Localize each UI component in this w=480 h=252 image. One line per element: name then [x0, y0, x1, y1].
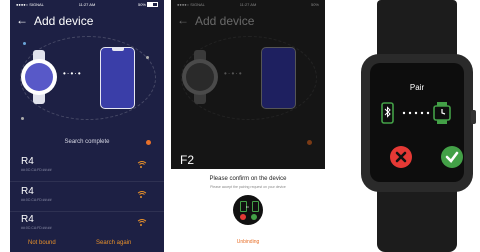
battery-icon	[147, 2, 158, 8]
device-name: R4	[21, 156, 34, 167]
search-again-button[interactable]: Search again	[96, 240, 131, 246]
time-text: 11:27 AM	[239, 2, 257, 7]
add-device-screen: ●●●●○ SIGNAL 11:27 AM 50% ← Add device •…	[10, 0, 164, 252]
confirm-device-screen: ●●●●○ SIGNAL 11:27 AM 50% ← Add device •…	[171, 0, 325, 252]
not-bound-button[interactable]: Not bound	[28, 240, 56, 246]
link-dots-icon: ••	[246, 204, 249, 209]
device-name: R4	[21, 186, 34, 197]
status-bar: ●●●●○ SIGNAL 11:27 AM 50%	[171, 0, 325, 9]
signal-strength-icon	[136, 191, 148, 201]
battery-text: 50%	[310, 2, 319, 7]
back-arrow-icon[interactable]: ←	[177, 13, 189, 27]
bluetooth-phone-icon	[381, 102, 394, 124]
confirm-icon[interactable]	[441, 146, 463, 168]
device-name: R4	[21, 214, 34, 225]
cancel-icon[interactable]	[390, 146, 412, 168]
signal-strength-icon	[136, 161, 148, 171]
smartwatch-photo: Pair	[354, 0, 480, 252]
scan-dot	[21, 117, 24, 120]
confirm-dialog: Please confirm on the device Please acce…	[171, 169, 325, 252]
watch-mini-icon	[252, 201, 259, 212]
confirm-mini-icon	[251, 214, 257, 220]
watch-pairing-icon: ••	[233, 195, 263, 225]
page-title: Add device	[34, 14, 94, 28]
signal-strength-icon	[136, 219, 148, 229]
pairing-graphic	[381, 102, 451, 124]
watch-icon	[433, 102, 451, 124]
device-mac: ##:0C:CA:FD:##:##	[21, 168, 52, 172]
dialog-subtitle: Please accept the pairing request on you…	[210, 185, 286, 189]
phone-illustration	[261, 47, 296, 109]
watch-display: Pair	[370, 63, 464, 182]
scan-dot	[146, 56, 149, 59]
header: ← Add device	[10, 11, 164, 31]
scan-dot	[23, 42, 26, 45]
watch-strap-top	[377, 0, 457, 58]
link-dots-icon	[402, 111, 430, 115]
crown-button	[471, 110, 476, 124]
phone-notch	[111, 48, 124, 51]
watch-strap-bottom	[377, 188, 457, 252]
pairing-dots-icon: •·•·•	[224, 69, 243, 78]
back-arrow-icon[interactable]: ←	[16, 13, 28, 27]
unbinding-button[interactable]: Unbinding	[171, 239, 325, 245]
pairing-dots-icon: •·•·•	[63, 69, 82, 78]
watch-screen	[186, 63, 214, 91]
device-row[interactable]: R4 ##:0C:CA:FD:##:##	[10, 181, 164, 212]
phone-illustration	[100, 47, 135, 109]
battery-indicator: 50%	[137, 2, 158, 8]
device-row[interactable]: R4 ##:0C:CA:FD:##:##	[10, 209, 164, 239]
device-mac: ##:0C:CA:FD:##:##	[21, 198, 52, 202]
watch-screen	[25, 63, 53, 91]
battery-indicator: 50%	[311, 2, 319, 7]
pair-title: Pair	[409, 83, 425, 92]
cancel-mini-icon	[240, 214, 246, 220]
header: ← Add device	[171, 11, 325, 31]
page-title: Add device	[195, 14, 255, 28]
refresh-indicator-icon	[146, 140, 151, 145]
search-status: Search complete	[64, 139, 110, 145]
refresh-indicator-icon	[307, 140, 312, 145]
device-row[interactable]: R4 ##:0C:CA:FD:##:##	[10, 151, 164, 182]
dialog-title: Please confirm on the device	[209, 176, 287, 182]
status-bar: ●●●●○ SIGNAL 11:27 AM 50%	[10, 0, 164, 9]
battery-text: 50%	[137, 2, 146, 7]
device-mac: ##:0C:CA:FD:##:##	[21, 226, 52, 230]
device-name: F2	[180, 153, 195, 167]
